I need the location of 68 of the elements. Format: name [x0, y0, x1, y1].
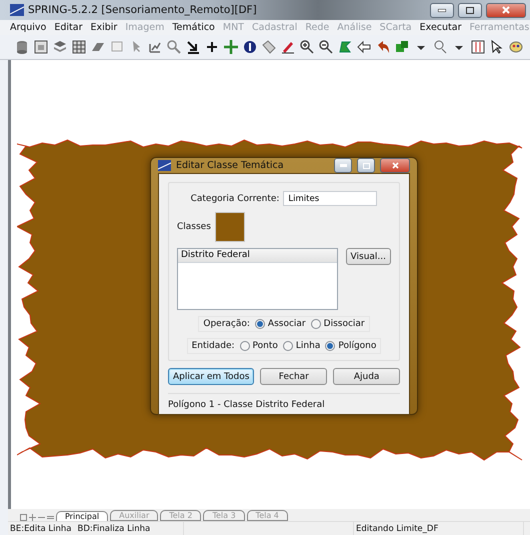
- view-tab[interactable]: Principal: [56, 511, 108, 521]
- minimize-button[interactable]: [334, 158, 352, 173]
- maximize-button[interactable]: [357, 158, 375, 173]
- close-button[interactable]: [380, 158, 410, 173]
- list-item[interactable]: Distrito Federal: [178, 249, 337, 263]
- minus-icon[interactable]: [38, 514, 45, 521]
- radio-button[interactable]: [254, 319, 265, 329]
- visual-button[interactable]: Visual...: [346, 248, 391, 265]
- radio-button[interactable]: [282, 341, 293, 351]
- menu-item[interactable]: Exibir: [90, 22, 118, 33]
- close-icon: [502, 6, 510, 14]
- radio-label: Associar: [268, 319, 306, 329]
- status-text: Editando Limite_DF: [356, 524, 438, 534]
- menu-item[interactable]: Arquivo: [10, 22, 46, 33]
- window-title: SPRING-5.2.2 [Sensoriamento_Remoto][DF]: [28, 4, 258, 16]
- close-button[interactable]: [486, 2, 526, 18]
- minimize-button[interactable]: [430, 2, 454, 18]
- dialog-button[interactable]: Aplicar em Todos: [168, 368, 254, 385]
- arrow-icon[interactable]: [185, 39, 201, 55]
- radio-button[interactable]: [240, 341, 250, 351]
- maximize-button[interactable]: [458, 2, 482, 18]
- menu-item[interactable]: Executar: [420, 22, 462, 33]
- plus-icon[interactable]: [204, 39, 220, 55]
- squares-icon[interactable]: [394, 39, 410, 55]
- radio-label: Polígono: [338, 341, 376, 351]
- app-logo-icon: [10, 4, 24, 16]
- classes-label: Classes: [177, 222, 211, 232]
- zoom-icon[interactable]: [432, 39, 448, 55]
- info-icon[interactable]: [242, 39, 258, 55]
- radio-label: Dissociar: [324, 319, 365, 329]
- layers-icon[interactable]: [52, 39, 68, 55]
- dialog-button[interactable]: Ajuda: [333, 368, 400, 385]
- pencil-icon[interactable]: [280, 39, 296, 55]
- zoom-out-icon[interactable]: [318, 39, 334, 55]
- dialog-button[interactable]: Fechar: [260, 368, 328, 385]
- move-icon[interactable]: [223, 39, 239, 55]
- dialog-status-text: Polígono 1 - Classe Distrito Federal: [168, 400, 325, 410]
- database-icon[interactable]: [14, 39, 30, 55]
- palette-icon[interactable]: [508, 39, 524, 55]
- close-icon: [392, 162, 398, 169]
- undo-icon[interactable]: [375, 39, 391, 55]
- category-field[interactable]: Limites: [283, 191, 378, 206]
- app-logo-icon: [158, 160, 171, 171]
- square-icon[interactable]: [20, 514, 27, 521]
- maximize-icon: [362, 162, 370, 168]
- tag-icon[interactable]: [261, 39, 277, 55]
- menu-item[interactable]: Temático: [172, 22, 215, 33]
- radio-label: Linha: [296, 341, 320, 351]
- table-icon[interactable]: [33, 39, 49, 55]
- pointer-icon[interactable]: [489, 39, 505, 55]
- zoom-in-icon[interactable]: [299, 39, 315, 55]
- polygon-icon[interactable]: [337, 39, 353, 55]
- status-text: BD:Finaliza Linha: [78, 524, 150, 534]
- radio-button[interactable]: [310, 319, 321, 329]
- frame-icon[interactable]: [470, 39, 486, 55]
- dialog-title: Editar Classe Temática: [176, 160, 285, 171]
- grid-icon[interactable]: [71, 39, 87, 55]
- menu-item[interactable]: Editar: [54, 22, 82, 33]
- back-arrow-icon[interactable]: [356, 39, 372, 55]
- category-label: Categoria Corrente:: [190, 194, 280, 204]
- radio-label: Ponto: [252, 341, 278, 351]
- radio-group-label: Entidade:: [192, 341, 235, 351]
- minimize-icon: [438, 8, 446, 12]
- maximize-icon: [466, 6, 474, 14]
- equals-icon[interactable]: [47, 514, 54, 521]
- radio-button[interactable]: [325, 341, 336, 351]
- radio-group-label: Operação:: [203, 319, 250, 329]
- status-text: BE:Edita Linha: [10, 524, 72, 534]
